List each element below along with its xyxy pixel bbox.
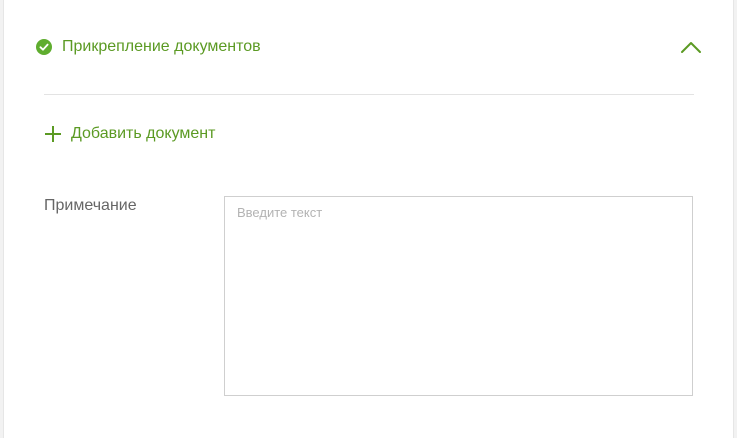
chevron-up-icon — [677, 34, 705, 60]
note-label: Примечание — [44, 197, 137, 214]
collapse-section-button[interactable] — [677, 34, 705, 60]
add-document-button[interactable]: Добавить документ — [44, 122, 215, 146]
section-divider — [44, 94, 694, 95]
section-title: Прикрепление документов — [62, 38, 261, 55]
plus-icon — [44, 125, 62, 143]
section-header: Прикрепление документов — [4, 0, 733, 94]
attachments-card: Прикрепление документов Добавить докумен… — [3, 0, 734, 438]
check-circle-icon — [36, 39, 52, 55]
note-textarea[interactable] — [224, 196, 693, 396]
add-document-label: Добавить документ — [71, 125, 216, 142]
